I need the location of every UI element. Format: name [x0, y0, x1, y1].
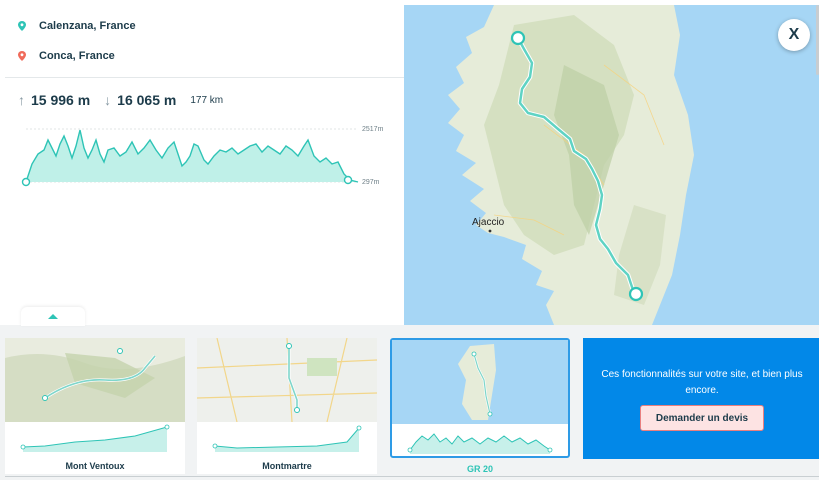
map-thumbnail	[5, 338, 185, 422]
location-pin-icon	[18, 21, 26, 31]
mini-elevation-profile	[20, 424, 170, 452]
location-pin-icon	[18, 51, 26, 61]
promo-text: Ces fonctionnalités sur votre site, et b…	[601, 369, 803, 396]
card-label: Montmartre	[262, 461, 312, 471]
example-card-montmartre[interactable]: Montmartre	[197, 338, 377, 474]
route-stats: ↑ 15 996 m ↓ 16 065 m 177 km	[18, 92, 223, 108]
card-label: GR 20	[466, 464, 493, 474]
collapse-tab[interactable]	[21, 307, 85, 326]
close-button[interactable]: X	[778, 19, 810, 51]
map-thumbnail	[392, 340, 568, 424]
city-label-ajaccio: Ajaccio	[472, 217, 505, 228]
min-elevation-label: 297m	[362, 179, 380, 186]
descent-value: 16 065 m	[117, 92, 177, 108]
elevation-profile: 2517m 297m	[21, 126, 384, 187]
start-location-label: Calenzana, France	[39, 20, 136, 32]
mini-elevation-profile	[212, 425, 362, 452]
route-end-marker[interactable]	[628, 286, 644, 302]
example-card-gr20[interactable]: GR 20	[390, 338, 570, 474]
arrow-down-icon: ↓	[104, 92, 112, 108]
map-canvas: Ajaccio	[404, 5, 819, 325]
end-location-label: Conca, France	[39, 50, 115, 62]
divider	[5, 77, 404, 78]
divider	[5, 476, 819, 477]
map-thumbnail	[197, 338, 377, 422]
request-quote-button[interactable]: Demander un devis	[640, 405, 764, 431]
example-card-mont-ventoux[interactable]: Mont Ventoux	[5, 338, 185, 474]
max-elevation-label: 2517m	[362, 126, 384, 133]
route-map[interactable]: Ajaccio	[404, 5, 819, 325]
mini-elevation-profile	[407, 433, 553, 454]
route-summary-panel: Calenzana, France Conca, France ↑ 15 996…	[0, 0, 404, 325]
card-label: Mont Ventoux	[65, 461, 125, 471]
promo-panel: Ces fonctionnalités sur votre site, et b…	[583, 338, 819, 459]
route-start: Calenzana, France	[18, 20, 136, 32]
route-end: Conca, France	[18, 50, 115, 62]
arrow-up-icon: ↑	[18, 92, 25, 108]
chevron-up-icon	[48, 314, 58, 319]
distance-value: 177 km	[190, 94, 224, 106]
ascent-value: 15 996 m	[31, 92, 91, 108]
route-start-marker[interactable]	[510, 30, 526, 46]
